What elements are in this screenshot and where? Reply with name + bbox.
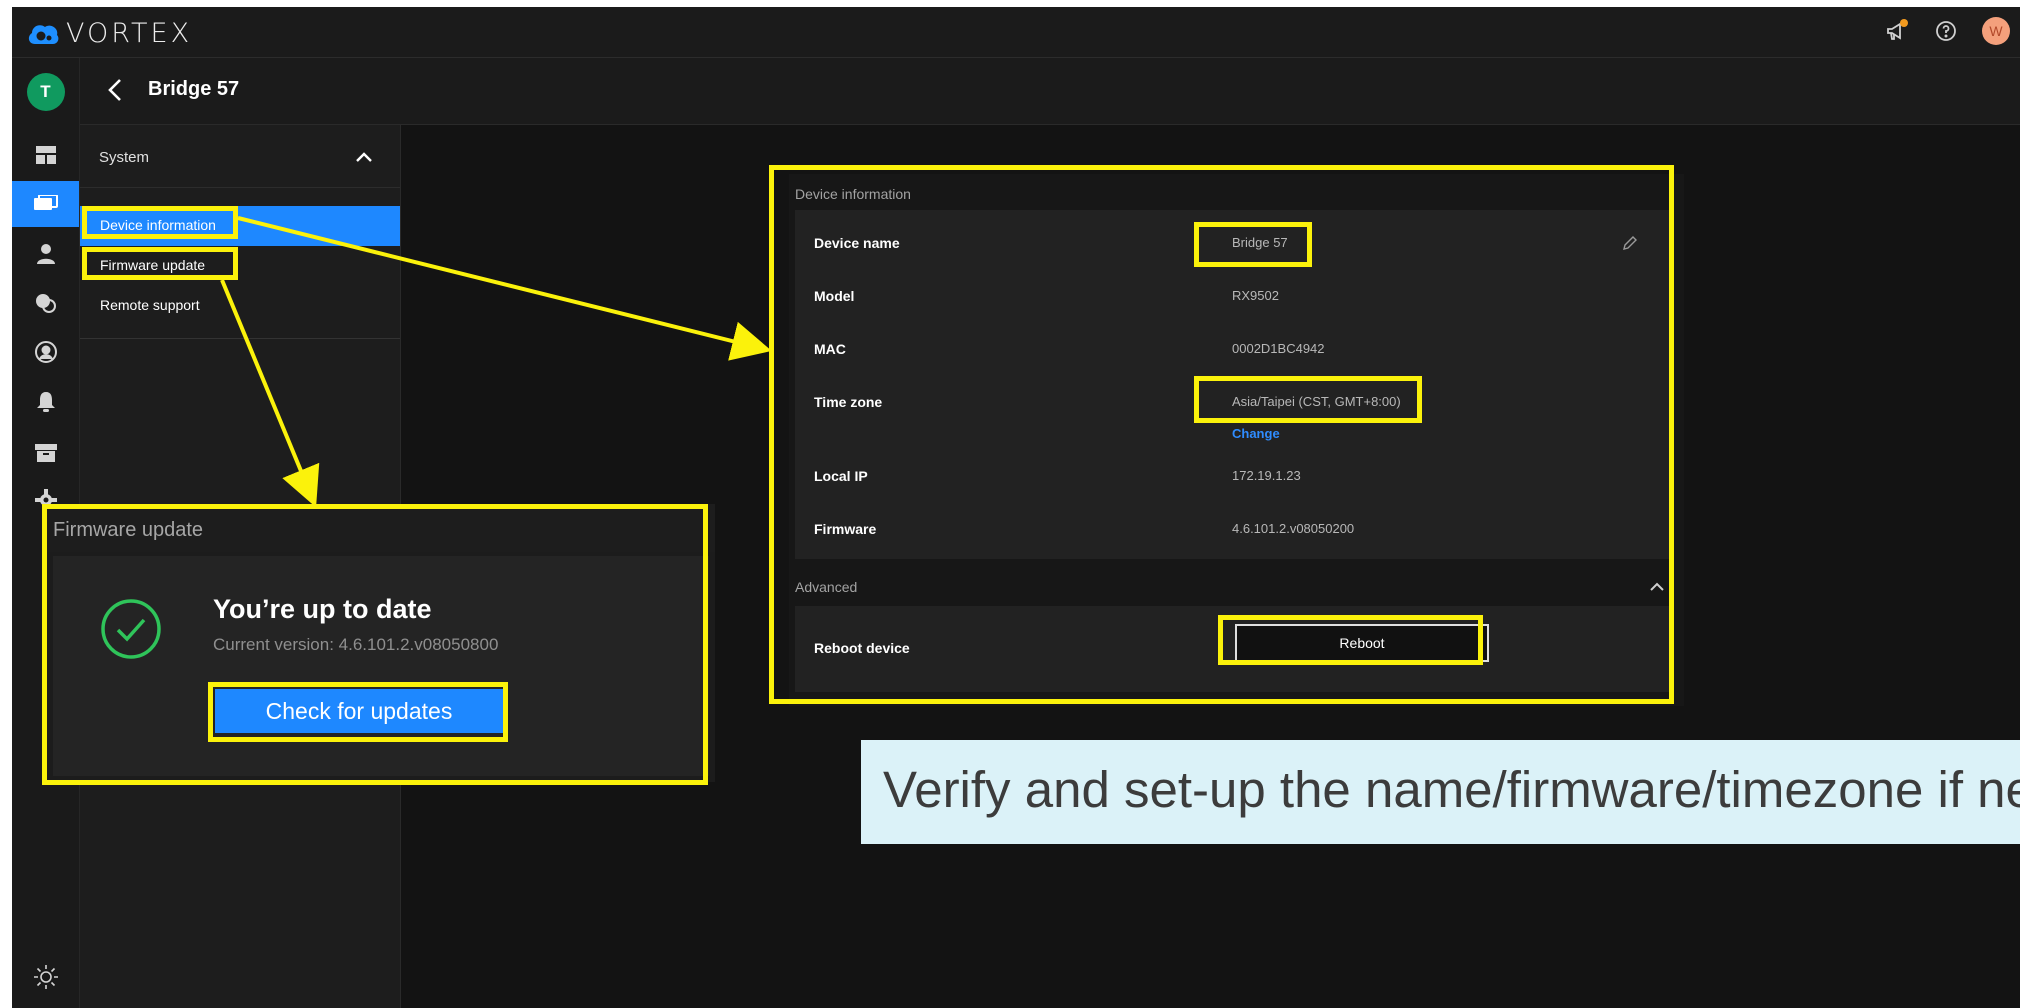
advanced-card: Reboot device Reboot (795, 606, 1670, 692)
firmware-value: 4.6.101.2.v08050200 (1232, 521, 1355, 536)
dashboard-icon[interactable] (12, 133, 79, 177)
edit-pencil-icon[interactable] (1621, 234, 1639, 252)
brand-name: VORTEX (66, 18, 193, 49)
reboot-device-label: Reboot device (814, 640, 910, 656)
menu-item-label: Firmware update (100, 257, 206, 273)
vortex-logo-icon (28, 24, 59, 44)
local-ip-label: Local IP (814, 468, 868, 484)
menu-section-label: System (99, 149, 150, 166)
instruction-note: Verify and set-up the name/firmware/time… (861, 740, 2020, 844)
page-title: Bridge 57 (148, 78, 240, 100)
menu-item-label: Remote support (100, 297, 200, 313)
chevron-up-icon[interactable] (1648, 578, 1666, 596)
firmware-label: Firmware (814, 521, 877, 537)
devices-icon[interactable] (12, 181, 79, 227)
menu-section-system[interactable]: System (80, 125, 400, 188)
popup-titlebar: Firmware update (47, 504, 715, 552)
brand-logo[interactable]: VORTEX (26, 18, 192, 49)
user-avatar[interactable]: W (1982, 17, 2010, 45)
firmware-update-popup: Firmware update You’re up to date Curren… (47, 504, 715, 782)
status-heading: You’re up to date (213, 594, 432, 624)
local-ip-value: 172.19.1.23 (1232, 468, 1301, 483)
device-name-label: Device name (814, 235, 900, 251)
time-zone-label: Time zone (814, 394, 883, 410)
integrations-icon[interactable] (12, 281, 79, 325)
check-circle-icon (101, 599, 161, 659)
help-icon[interactable] (1932, 17, 1960, 45)
popup-body: You’re up to date Current version: 4.6.1… (53, 556, 709, 776)
model-value: RX9502 (1232, 288, 1279, 303)
section-title: Device information (795, 186, 911, 202)
advanced-section-title: Advanced (795, 579, 858, 595)
page-header: Bridge 57 (80, 58, 2020, 125)
archive-icon[interactable] (12, 431, 79, 475)
top-bar: VORTEX W (12, 7, 2020, 58)
popup-title: Firmware update (53, 519, 204, 541)
current-version-text: Current version: 4.6.101.2.v08050800 (213, 635, 499, 654)
mac-value: 0002D1BC4942 (1232, 341, 1325, 356)
menu-item-label: Device information (100, 217, 216, 233)
menu-item-device-information[interactable]: Device information (80, 206, 400, 246)
check-for-updates-button[interactable]: Check for updates (215, 689, 503, 733)
users-icon[interactable] (12, 232, 79, 276)
rail-account[interactable]: T (12, 68, 79, 116)
announcement-icon[interactable] (1882, 17, 1910, 45)
device-name-value: Bridge 57 (1232, 235, 1288, 250)
theme-icon[interactable] (12, 955, 79, 999)
time-zone-value: Asia/Taipei (CST, GMT+8:00) (1232, 394, 1401, 409)
mac-label: MAC (814, 341, 846, 357)
menu-divider (80, 338, 400, 339)
device-info-card: Device name Bridge 57 Model RX9502 MAC 0… (795, 210, 1670, 559)
instruction-text: Verify and set-up the name/firmware/time… (883, 761, 2020, 818)
menu-item-remote-support[interactable]: Remote support (80, 286, 400, 326)
back-arrow-icon[interactable] (102, 76, 130, 104)
account-icon[interactable] (12, 330, 79, 374)
top-bar-actions: W (1882, 17, 2010, 45)
device-information-panel: Device information Device name Bridge 57… (789, 174, 1684, 706)
org-avatar: T (26, 73, 65, 111)
change-time-zone-link[interactable]: Change (1232, 426, 1280, 441)
model-label: Model (814, 288, 855, 304)
menu-item-firmware-update[interactable]: Firmware update (80, 246, 400, 286)
reboot-button[interactable]: Reboot (1235, 624, 1489, 662)
chevron-up-icon (356, 152, 372, 162)
alerts-icon[interactable] (12, 380, 79, 424)
app-window: VORTEX W T Bridge 57 System Device infor… (12, 7, 2020, 1008)
